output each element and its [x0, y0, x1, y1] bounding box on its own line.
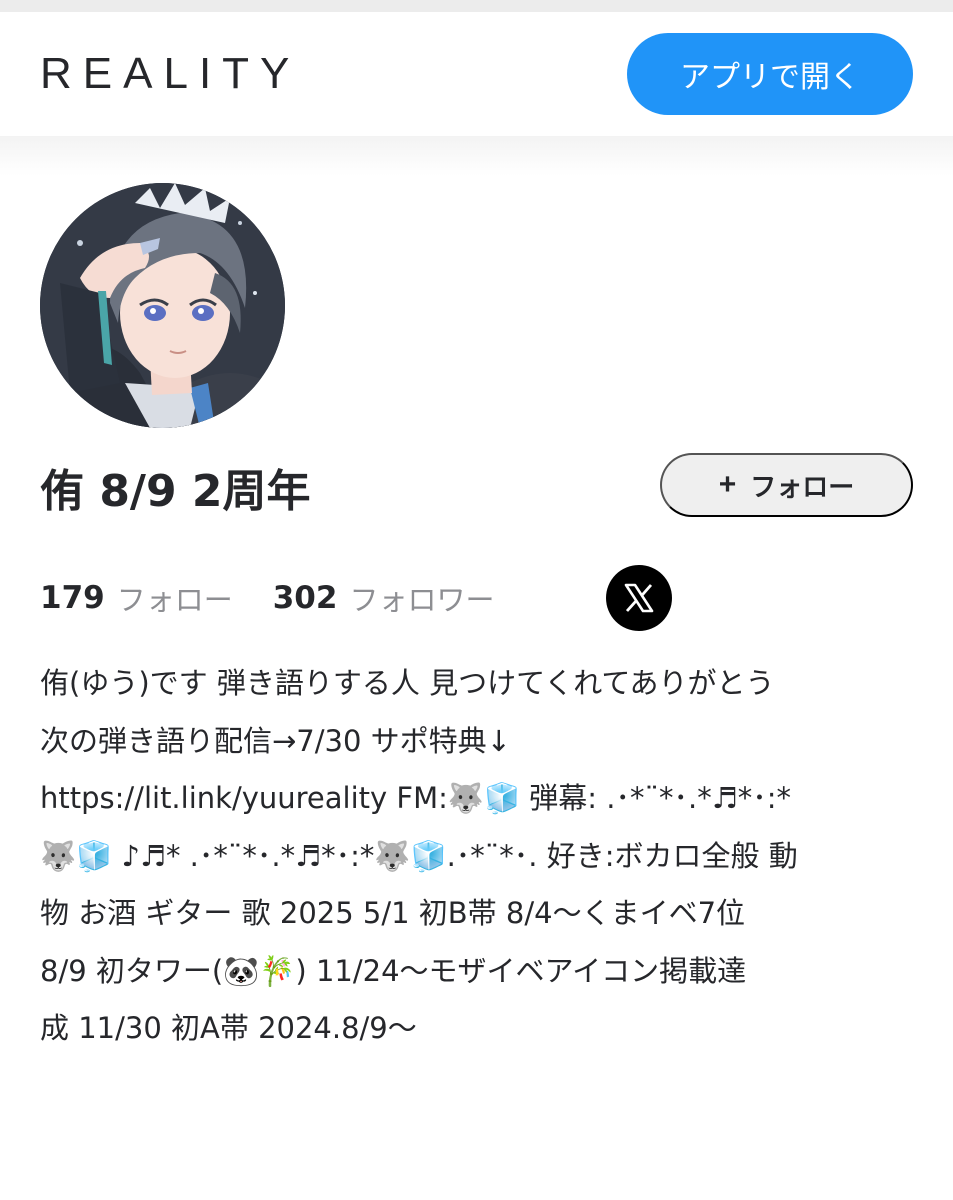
following-count[interactable]: 179: [40, 580, 105, 616]
x-logo-icon[interactable]: [606, 565, 672, 631]
follow-button[interactable]: + フォロー: [660, 453, 913, 517]
followers-count[interactable]: 302: [273, 580, 338, 616]
avatar-illustration: [40, 183, 285, 428]
bio-line-link[interactable]: https://lit.link/yuureality FM:🐺🧊 弾幕: .･…: [40, 770, 920, 828]
header-shadow: [0, 136, 953, 176]
display-name: 侑 8/9 2周年: [40, 466, 311, 517]
bio-line: 🐺🧊 ♪♬* .･*¨*･.*♬*･:*🐺🧊.･*¨*･. 好き:ボカロ全般 動: [40, 838, 798, 873]
open-in-app-button[interactable]: アプリで開く: [627, 33, 913, 115]
plus-icon: +: [718, 468, 737, 501]
profile-stats: 179 フォロー 302 フォロワー: [40, 570, 494, 626]
bio-line: 侑(ゆう)です 弾き語りする人 見つけてくれてありがとう: [40, 666, 775, 700]
bio-line: 成 11/30 初A帯 2024.8/9〜: [40, 1011, 417, 1045]
reality-logo[interactable]: REALITY: [40, 49, 300, 99]
followers-label[interactable]: フォロワー: [349, 577, 494, 619]
top-strip: [0, 0, 953, 12]
bio-line: 次の弾き語り配信→7/30 サポ特典↓: [40, 723, 511, 758]
bio-line: 8/9 初タワー(🐼🎋) 11/24〜モザイベアイコン掲載達: [40, 953, 747, 988]
avatar[interactable]: [40, 183, 285, 428]
app-header: REALITY アプリで開く: [0, 12, 953, 136]
profile-bio: 侑(ゆう)です 弾き語りする人 見つけてくれてありがとう 次の弾き語り配信→7/…: [40, 655, 920, 1058]
following-label[interactable]: フォロー: [117, 577, 233, 619]
follow-button-label: フォロー: [750, 471, 855, 502]
bio-line: 物 お酒 ギター 歌 2025 5/1 初B帯 8/4〜くまイベ7位: [40, 896, 746, 930]
